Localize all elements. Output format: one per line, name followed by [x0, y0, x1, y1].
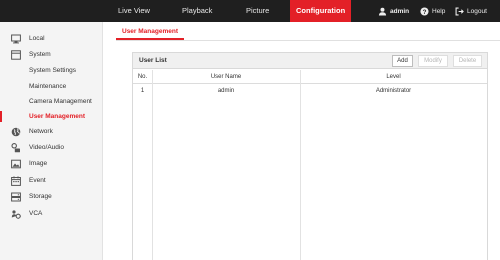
modify-button[interactable]: Modify [418, 55, 448, 67]
sidebar-item-label: User Management [29, 113, 85, 120]
panel-title: User List [139, 57, 167, 64]
panel-header: User List Add Modify Delete [133, 53, 487, 69]
sidebar-item-vca[interactable]: VCA [0, 206, 103, 221]
sidebar-item-local[interactable]: Local [0, 31, 103, 46]
logout-label: Logout [467, 7, 487, 15]
tab-picture[interactable]: Picture [246, 0, 269, 22]
main-content: User Management User List Add Modify Del… [104, 22, 500, 260]
sidebar-item-system[interactable]: System [0, 47, 103, 62]
sidebar-item-camera-management[interactable]: Camera Management [0, 94, 103, 109]
table-row[interactable]: 1 admin Administrator [133, 84, 487, 99]
sidebar-item-maintenance[interactable]: Maintenance [0, 79, 103, 94]
column-header-level: Level [386, 74, 401, 80]
help-label: Help [432, 7, 446, 15]
logout-link[interactable]: Logout [455, 0, 487, 22]
user-menu[interactable]: admin [378, 0, 409, 22]
user-list-panel: User List Add Modify Delete No. User Nam… [132, 52, 488, 260]
top-navigation-bar: Live View Playback Picture Configuration… [0, 0, 500, 22]
sidebar-item-label: Event [29, 177, 46, 184]
svg-text:?: ? [423, 8, 427, 15]
image-icon [11, 159, 21, 169]
active-indicator [0, 111, 2, 122]
video-audio-icon [11, 143, 20, 153]
table-header: No. User Name Level [133, 70, 487, 84]
system-icon [11, 50, 21, 60]
logout-icon [455, 7, 464, 15]
sidebar-item-label: Video/Audio [29, 144, 64, 151]
username-label: admin [390, 7, 410, 15]
sidebar-item-video-audio[interactable]: Video/Audio [0, 140, 103, 155]
sidebar-item-user-management[interactable]: User Management [0, 109, 103, 124]
column-header-user-name: User Name [210, 74, 242, 80]
sidebar-item-label: Storage [29, 193, 52, 200]
tab-playback[interactable]: Playback [182, 0, 212, 22]
sidebar-item-label: Image [29, 160, 48, 167]
sidebar-item-image[interactable]: Image [0, 156, 103, 171]
tab-user-management[interactable]: User Management [116, 24, 184, 40]
tab-divider [116, 40, 500, 41]
sidebar-item-network[interactable]: Network [0, 124, 103, 139]
delete-button[interactable]: Delete [453, 55, 482, 67]
calendar-icon [11, 176, 21, 186]
help-link[interactable]: ? Help [420, 0, 445, 22]
sidebar-item-event[interactable]: Event [0, 173, 103, 188]
tab-configuration[interactable]: Configuration [290, 0, 352, 22]
cell-level: Administrator [375, 88, 412, 94]
sidebar-item-label: Local [29, 35, 45, 42]
column-header-no: No. [137, 74, 148, 80]
monitor-icon [11, 34, 21, 44]
user-icon [378, 7, 387, 16]
add-button[interactable]: Add [392, 55, 413, 67]
help-icon: ? [420, 6, 429, 15]
sidebar-item-storage[interactable]: Storage [0, 189, 103, 204]
tab-live-view[interactable]: Live View [118, 0, 150, 22]
storage-icon [11, 192, 21, 202]
cell-no: 1 [140, 88, 145, 94]
cell-user-name: admin [217, 88, 235, 94]
sidebar: Local System System Settings Maintenance… [0, 22, 103, 260]
sidebar-item-label: System Settings [29, 67, 76, 74]
vca-icon [11, 210, 21, 219]
sidebar-item-label: VCA [29, 210, 43, 217]
sidebar-item-system-settings[interactable]: System Settings [0, 63, 103, 78]
sidebar-item-label: Maintenance [29, 83, 67, 90]
sidebar-item-label: Camera Management [29, 98, 92, 105]
globe-icon [11, 127, 21, 137]
sidebar-item-label: Network [29, 128, 53, 135]
sidebar-item-label: System [29, 51, 51, 58]
